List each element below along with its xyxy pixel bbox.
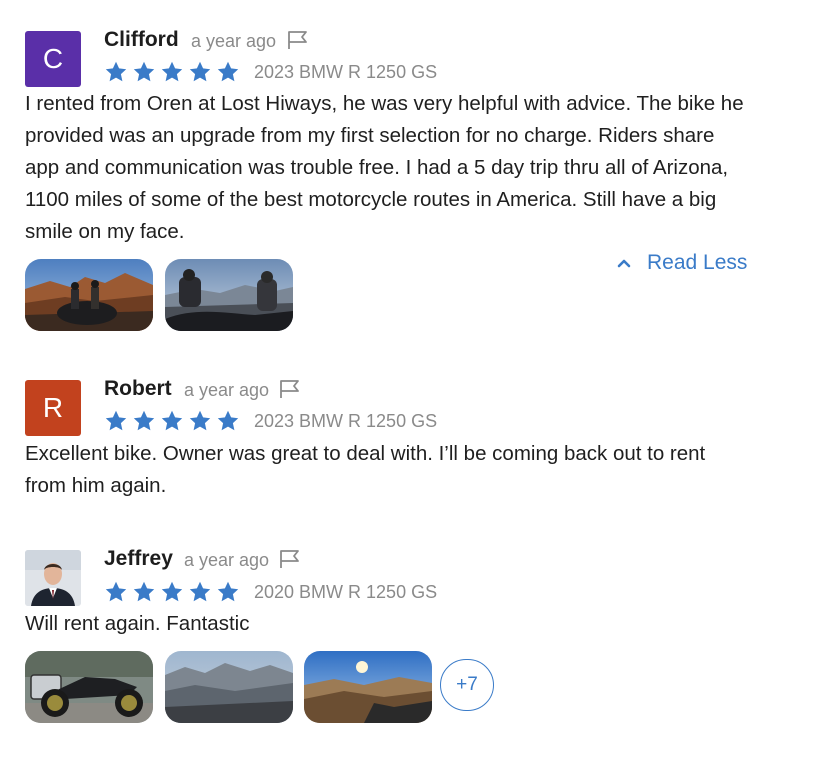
star-icon [217,581,239,602]
read-less-label: Read Less [647,251,748,274]
star-rating [104,580,240,604]
star-icon [105,410,127,431]
mountain-overlook-photo [165,259,293,331]
star-icon [133,581,155,602]
star-icon [161,581,183,602]
reviewer-name: Robert [104,377,172,400]
review-photo[interactable] [165,651,293,723]
star-icon [217,61,239,82]
review-text: I rented from Oren at Lost Hiways, he wa… [25,92,744,243]
star-rating [104,60,240,84]
star-icon [189,410,211,431]
review-text: Excellent bike. Owner was great to deal … [25,442,706,497]
star-icon [189,581,211,602]
chevron-up-icon [617,259,631,268]
review-text: Will rent again. Fantastic [25,612,250,635]
star-icon [217,410,239,431]
more-photos-button[interactable]: +7 [440,659,494,711]
flag-icon[interactable] [279,549,301,569]
flag-icon[interactable] [279,379,301,399]
star-icon [133,410,155,431]
star-icon [105,581,127,602]
star-icon [189,61,211,82]
motorcycle-photo [25,651,153,723]
star-rating [104,409,240,433]
vehicle-name: 2020 BMW R 1250 GS [254,582,438,602]
star-icon [133,61,155,82]
review-time: a year ago [184,550,270,570]
vehicle-name: 2023 BMW R 1250 GS [254,62,438,82]
star-icon [161,61,183,82]
avatar-letter: C [42,43,64,74]
review-photo[interactable] [25,259,153,331]
desert-canyon-photo [25,259,153,331]
read-less-button[interactable]: Read Less [615,249,747,277]
vehicle-name: 2023 BMW R 1250 GS [254,411,438,431]
review-photo[interactable] [25,651,153,723]
avatar [25,550,81,606]
avatar: C [25,31,81,87]
profile-photo [25,550,81,606]
star-icon [161,410,183,431]
star-icon [105,61,127,82]
hillside-sunset-photo [304,651,432,723]
reviewer-name: Jeffrey [104,547,173,570]
valley-view-photo [165,651,293,723]
review-time: a year ago [184,380,270,400]
flag-icon[interactable] [287,30,309,50]
reviewer-name: Clifford [104,28,179,51]
avatar: R [25,380,81,436]
review-time: a year ago [191,31,277,51]
avatar-letter: R [42,392,64,423]
review-photo[interactable] [165,259,293,331]
review-photo[interactable] [304,651,432,723]
